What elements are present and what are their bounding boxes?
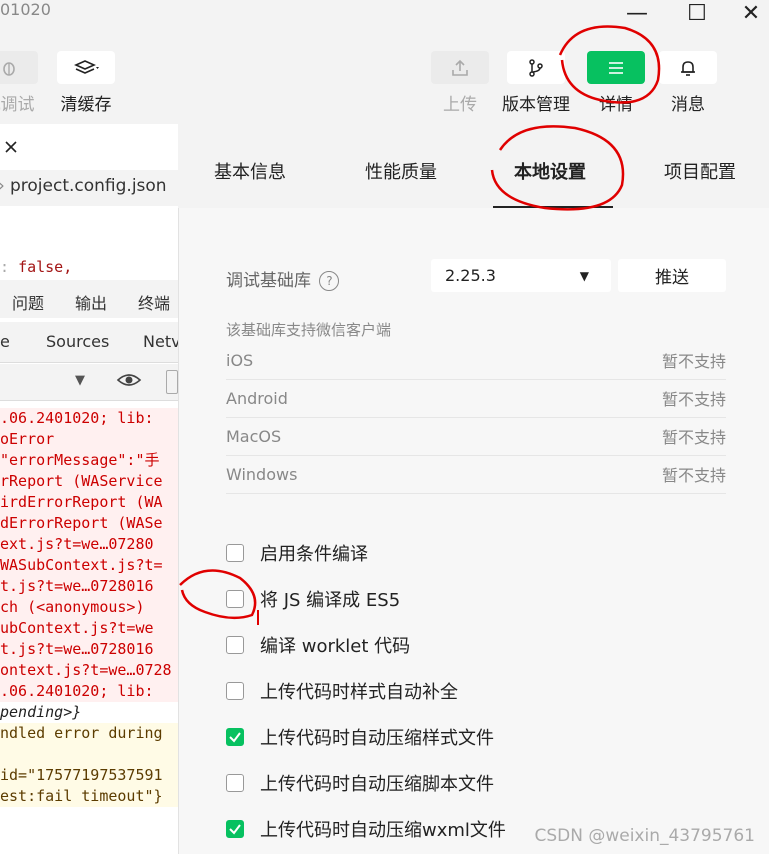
red-annotation-marks	[179, 25, 661, 625]
watermark: CSDN @weixin_43795761	[534, 826, 755, 846]
